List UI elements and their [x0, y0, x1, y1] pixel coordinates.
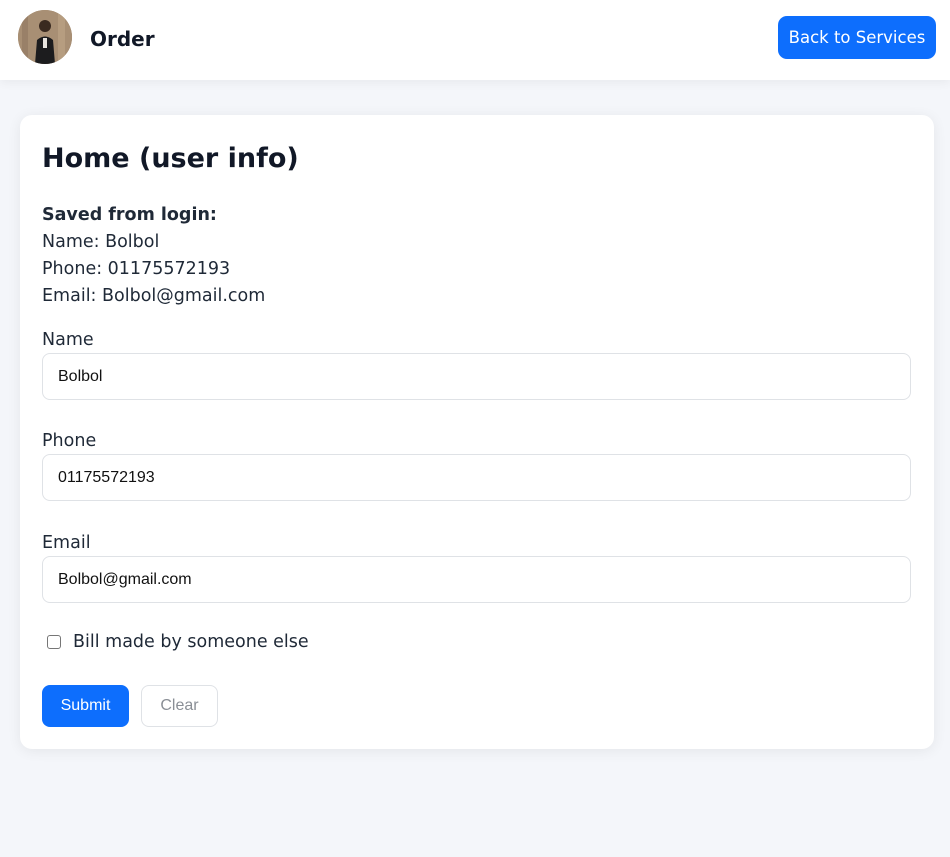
saved-info: Saved from login: Name: Bolbol Phone: 01… [42, 202, 265, 310]
bill-checkbox[interactable] [47, 635, 61, 649]
back-to-services-button[interactable]: Back to Services [778, 16, 936, 59]
card-title: Home (user info) [42, 143, 299, 174]
email-field[interactable] [42, 556, 911, 603]
top-bar: Order Back to Services [0, 0, 950, 80]
saved-name: Name: Bolbol [42, 232, 160, 252]
saved-heading: Saved from login: [42, 205, 217, 225]
avatar[interactable] [18, 10, 72, 64]
saved-email: Email: Bolbol@gmail.com [42, 286, 266, 306]
name-field[interactable] [42, 353, 911, 400]
phone-label: Phone [42, 431, 97, 451]
user-info-card: Home (user info) Saved from login: Name:… [20, 115, 934, 749]
bill-checkbox-row[interactable]: Bill made by someone else [47, 632, 309, 652]
bill-checkbox-label[interactable]: Bill made by someone else [73, 632, 309, 652]
name-label: Name [42, 330, 94, 350]
phone-field[interactable] [42, 454, 911, 501]
email-label: Email [42, 533, 91, 553]
submit-button[interactable]: Submit [42, 685, 129, 727]
clear-button[interactable]: Clear [141, 685, 218, 727]
saved-phone: Phone: 01175572193 [42, 259, 231, 279]
user-photo-icon [18, 10, 72, 64]
page-title: Order [90, 27, 155, 51]
